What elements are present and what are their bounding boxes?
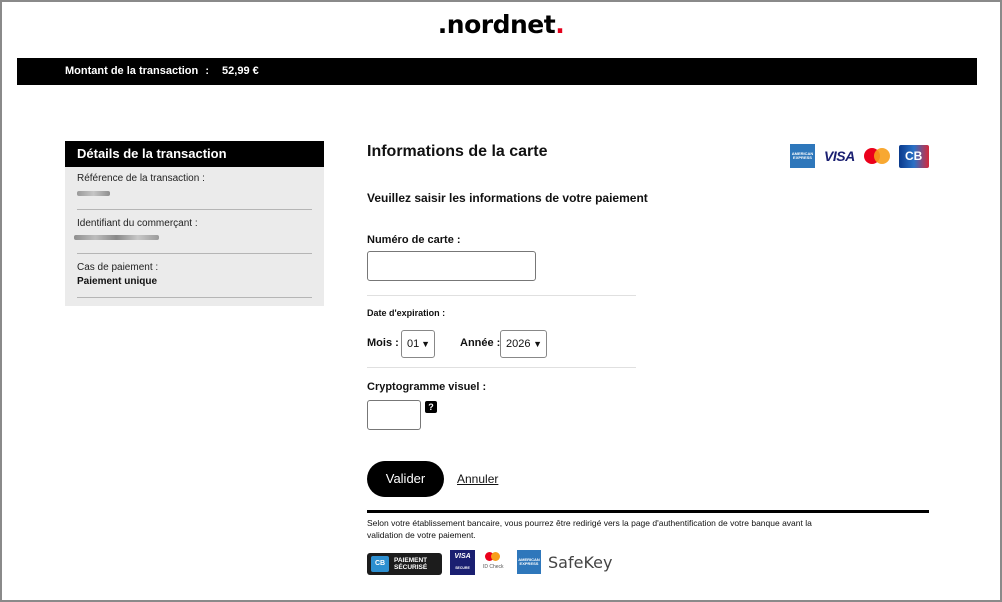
form-subtitle: Veuillez saisir les informations de votr… bbox=[367, 191, 648, 205]
lock-icon: CB bbox=[371, 556, 389, 572]
safekey-text: SafeKey bbox=[548, 553, 613, 572]
year-select[interactable]: 2026 ▼ bbox=[500, 330, 547, 358]
card-info-title: Informations de la carte bbox=[367, 143, 548, 160]
chevron-down-icon: ▼ bbox=[421, 339, 430, 349]
amount-separator: : bbox=[205, 65, 209, 77]
mastercard-logo-icon bbox=[863, 148, 890, 164]
card-number-label: Numéro de carte : bbox=[367, 234, 461, 246]
detail-payment-case: Cas de paiement : Paiement unique bbox=[77, 254, 312, 298]
cb-secure-payment-badge: CB PAIEMENT SÉCURISÉ bbox=[367, 553, 442, 575]
amount-label: Montant de la transaction bbox=[65, 65, 199, 77]
merchant-value-redacted bbox=[74, 235, 159, 240]
year-label: Année : bbox=[460, 337, 501, 349]
secure-line-1: PAIEMENT bbox=[394, 557, 428, 564]
nordnet-logo: .nordnet. bbox=[0, 10, 1002, 39]
visa-logo-icon: VISA bbox=[824, 148, 855, 164]
logo-text: .nordnet bbox=[437, 10, 556, 39]
cb-logo-icon: CB bbox=[898, 144, 929, 168]
accepted-cards: AMERICAN EXPRESS VISA CB bbox=[790, 144, 929, 168]
visa-secure-sub: SECURE bbox=[455, 566, 470, 570]
submit-button[interactable]: Valider bbox=[367, 461, 444, 497]
detail-merchant: Identifiant du commerçant : bbox=[74, 210, 312, 254]
expiry-label: Date d'expiration : bbox=[367, 308, 446, 318]
logo-dot: . bbox=[555, 10, 565, 39]
amount-bar: Montant de la transaction : 52,99 € bbox=[17, 58, 977, 85]
reference-value-redacted bbox=[77, 191, 110, 196]
payment-case-label: Cas de paiement : bbox=[77, 262, 159, 273]
year-value: 2026 bbox=[506, 338, 531, 350]
bank-redirect-notice: Selon votre établissement bancaire, vous… bbox=[367, 518, 812, 540]
cvv-input[interactable] bbox=[367, 400, 421, 430]
transaction-details-panel: Détails de la transaction Référence de l… bbox=[65, 141, 324, 306]
detail-reference: Référence de la transaction : bbox=[77, 167, 312, 210]
details-title: Détails de la transaction bbox=[65, 141, 324, 167]
amex-logo-icon: AMERICAN EXPRESS bbox=[790, 144, 815, 168]
cvv-label: Cryptogramme visuel : bbox=[367, 381, 487, 393]
help-icon[interactable]: ? bbox=[425, 401, 437, 413]
divider bbox=[367, 510, 929, 513]
secure-payment-text: PAIEMENT SÉCURISÉ bbox=[394, 557, 427, 571]
cancel-link[interactable]: Annuler bbox=[457, 472, 498, 486]
amount-value: 52,99 € bbox=[222, 65, 259, 77]
visa-secure-text: VISA bbox=[454, 553, 471, 560]
id-check-text: ID Check bbox=[483, 564, 504, 570]
mastercard-id-check-badge: ID Check bbox=[482, 551, 508, 575]
reference-label: Référence de la transaction : bbox=[77, 173, 205, 184]
month-label: Mois : bbox=[367, 337, 399, 349]
divider bbox=[367, 367, 636, 368]
visa-secure-badge: VISA SECURE bbox=[450, 550, 475, 575]
amex-safekey-logo: AMERICAN EXPRESS bbox=[517, 550, 541, 574]
month-value: 01 bbox=[407, 338, 420, 350]
payment-case-value: Paiement unique bbox=[77, 276, 158, 287]
month-select[interactable]: 01 ▼ bbox=[401, 330, 435, 358]
card-number-input[interactable] bbox=[367, 251, 536, 281]
secure-line-2: SÉCURISÉ bbox=[394, 564, 428, 571]
merchant-label: Identifiant du commerçant : bbox=[77, 218, 198, 229]
divider bbox=[367, 295, 636, 296]
chevron-down-icon: ▼ bbox=[533, 339, 542, 349]
